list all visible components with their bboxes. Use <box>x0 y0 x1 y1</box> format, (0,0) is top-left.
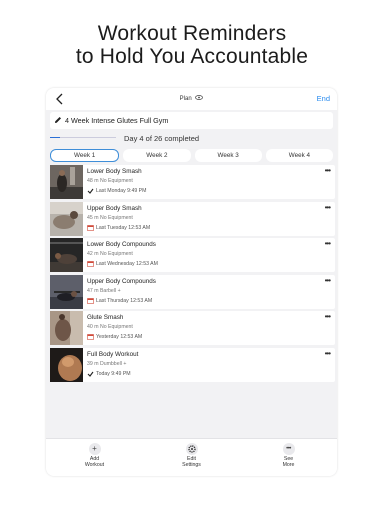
checkmark-icon <box>87 371 94 377</box>
more-options-icon[interactable]: ••• <box>325 349 331 357</box>
tab-week-3[interactable]: Week 3 <box>194 149 262 162</box>
workout-last-text: Yesterday 12:53 AM <box>96 334 143 340</box>
week-tabs: Week 1 Week 2 Week 3 Week 4 <box>50 149 333 162</box>
more-options-icon[interactable]: ••• <box>325 203 331 211</box>
workout-meta: 47 m Barbell + <box>87 287 121 294</box>
workout-card[interactable]: Glute Smash 40 m No Equipment Yesterday … <box>50 311 335 345</box>
ellipsis-icon: ••• <box>282 443 295 455</box>
calendar-icon <box>87 261 94 267</box>
plan-name-text: 4 Week Intense Glutes Full Gym <box>65 116 169 125</box>
bottom-toolbar: + Add Workout Edit Settings ••• See More <box>46 438 337 476</box>
workout-last-text: Today 9:49 PM <box>96 370 131 377</box>
workout-meta: 48 m No Equipment <box>87 178 133 184</box>
workout-card[interactable]: Lower Body Compounds 42 m No Equipment L… <box>50 238 335 272</box>
promo-headline: Workout Reminders to Hold You Accountabl… <box>0 22 384 68</box>
edit-settings-label: Edit Settings <box>182 456 201 469</box>
workout-name: Upper Body Compounds <box>87 277 156 285</box>
checkmark-icon <box>87 188 94 194</box>
plan-progress-fill <box>50 137 61 138</box>
navigation-bar: Plan End <box>46 88 337 110</box>
workout-last-done: Last Tuesday 12:53 AM <box>87 225 150 231</box>
gear-icon <box>185 443 198 455</box>
workout-last-done: Yesterday 12:53 AM <box>87 334 142 340</box>
workout-list: Lower Body Smash 48 m No Equipment Last … <box>50 165 335 384</box>
workout-last-text: Last Thursday 12:53 AM <box>96 297 153 304</box>
plus-icon: + <box>88 443 101 455</box>
tab-week-4[interactable]: Week 4 <box>265 149 333 162</box>
workout-thumbnail <box>50 347 83 382</box>
workout-thumbnail <box>50 311 83 345</box>
app-screen: Plan End 4 Week Intense Glutes Full Gym … <box>46 88 337 476</box>
workout-thumbnail <box>50 274 83 309</box>
more-options-icon[interactable]: ••• <box>325 313 331 321</box>
end-button[interactable]: End <box>317 94 330 103</box>
workout-meta: 40 m No Equipment <box>87 324 133 330</box>
nav-title: Plan <box>46 95 337 102</box>
more-options-icon[interactable]: ••• <box>325 167 331 175</box>
workout-card[interactable]: Upper Body Compounds 47 m Barbell + Last… <box>50 274 335 309</box>
plan-name-field[interactable]: 4 Week Intense Glutes Full Gym <box>50 112 333 129</box>
headline-line-1: Workout Reminders <box>97 22 287 45</box>
more-options-icon[interactable]: ••• <box>325 276 331 284</box>
workout-name: Full Body Workout <box>87 350 139 358</box>
workout-name: Upper Body Smash <box>87 204 142 212</box>
progress-text: Day 4 of 26 completed <box>124 134 200 143</box>
workout-last-done: Last Monday 9:49 PM <box>87 188 146 194</box>
tab-week-1[interactable]: Week 1 <box>50 149 120 162</box>
workout-meta: 45 m No Equipment <box>87 214 133 221</box>
workout-name: Lower Body Compounds <box>87 241 156 248</box>
workout-card[interactable]: Full Body Workout 39 m Dumbbell + Today … <box>50 347 335 382</box>
add-workout-button[interactable]: + Add Workout <box>46 439 143 476</box>
workout-last-done: Last Thursday 12:53 AM <box>87 298 152 304</box>
workout-card[interactable]: Upper Body Smash 45 m No Equipment Last … <box>50 201 335 236</box>
workout-last-done: Today 9:49 PM <box>87 371 131 377</box>
workout-meta: 42 m No Equipment <box>87 251 133 257</box>
see-more-button[interactable]: ••• See More <box>240 439 337 476</box>
add-workout-label: Add Workout <box>84 456 105 469</box>
pencil-icon <box>54 116 62 126</box>
calendar-icon <box>87 334 94 340</box>
workout-last-text: Last Tuesday 12:53 AM <box>96 224 151 231</box>
workout-last-text: Last Monday 9:49 PM <box>96 188 147 194</box>
calendar-icon <box>87 297 94 304</box>
more-options-icon[interactable]: ••• <box>325 240 331 248</box>
workout-name: Lower Body Smash <box>87 168 142 175</box>
workout-card[interactable]: Lower Body Smash 48 m No Equipment Last … <box>50 165 335 199</box>
tab-week-2[interactable]: Week 2 <box>123 149 191 162</box>
workout-thumbnail <box>50 238 83 272</box>
headline-line-2: to Hold You Accountable <box>75 45 309 68</box>
workout-meta: 39 m Dumbbell + <box>87 360 127 367</box>
workout-last-text: Last Wednesday 12:53 AM <box>96 261 158 267</box>
see-more-label: See More <box>282 456 295 469</box>
workout-last-done: Last Wednesday 12:53 AM <box>87 261 158 267</box>
edit-settings-button[interactable]: Edit Settings <box>143 439 240 476</box>
plan-progress-bar <box>50 137 116 138</box>
nav-title-text: Plan <box>179 96 192 103</box>
calendar-icon <box>87 224 94 231</box>
workout-name: Glute Smash <box>87 314 124 321</box>
workout-thumbnail <box>50 165 83 199</box>
eye-icon[interactable] <box>195 95 204 102</box>
workout-thumbnail <box>50 201 83 236</box>
